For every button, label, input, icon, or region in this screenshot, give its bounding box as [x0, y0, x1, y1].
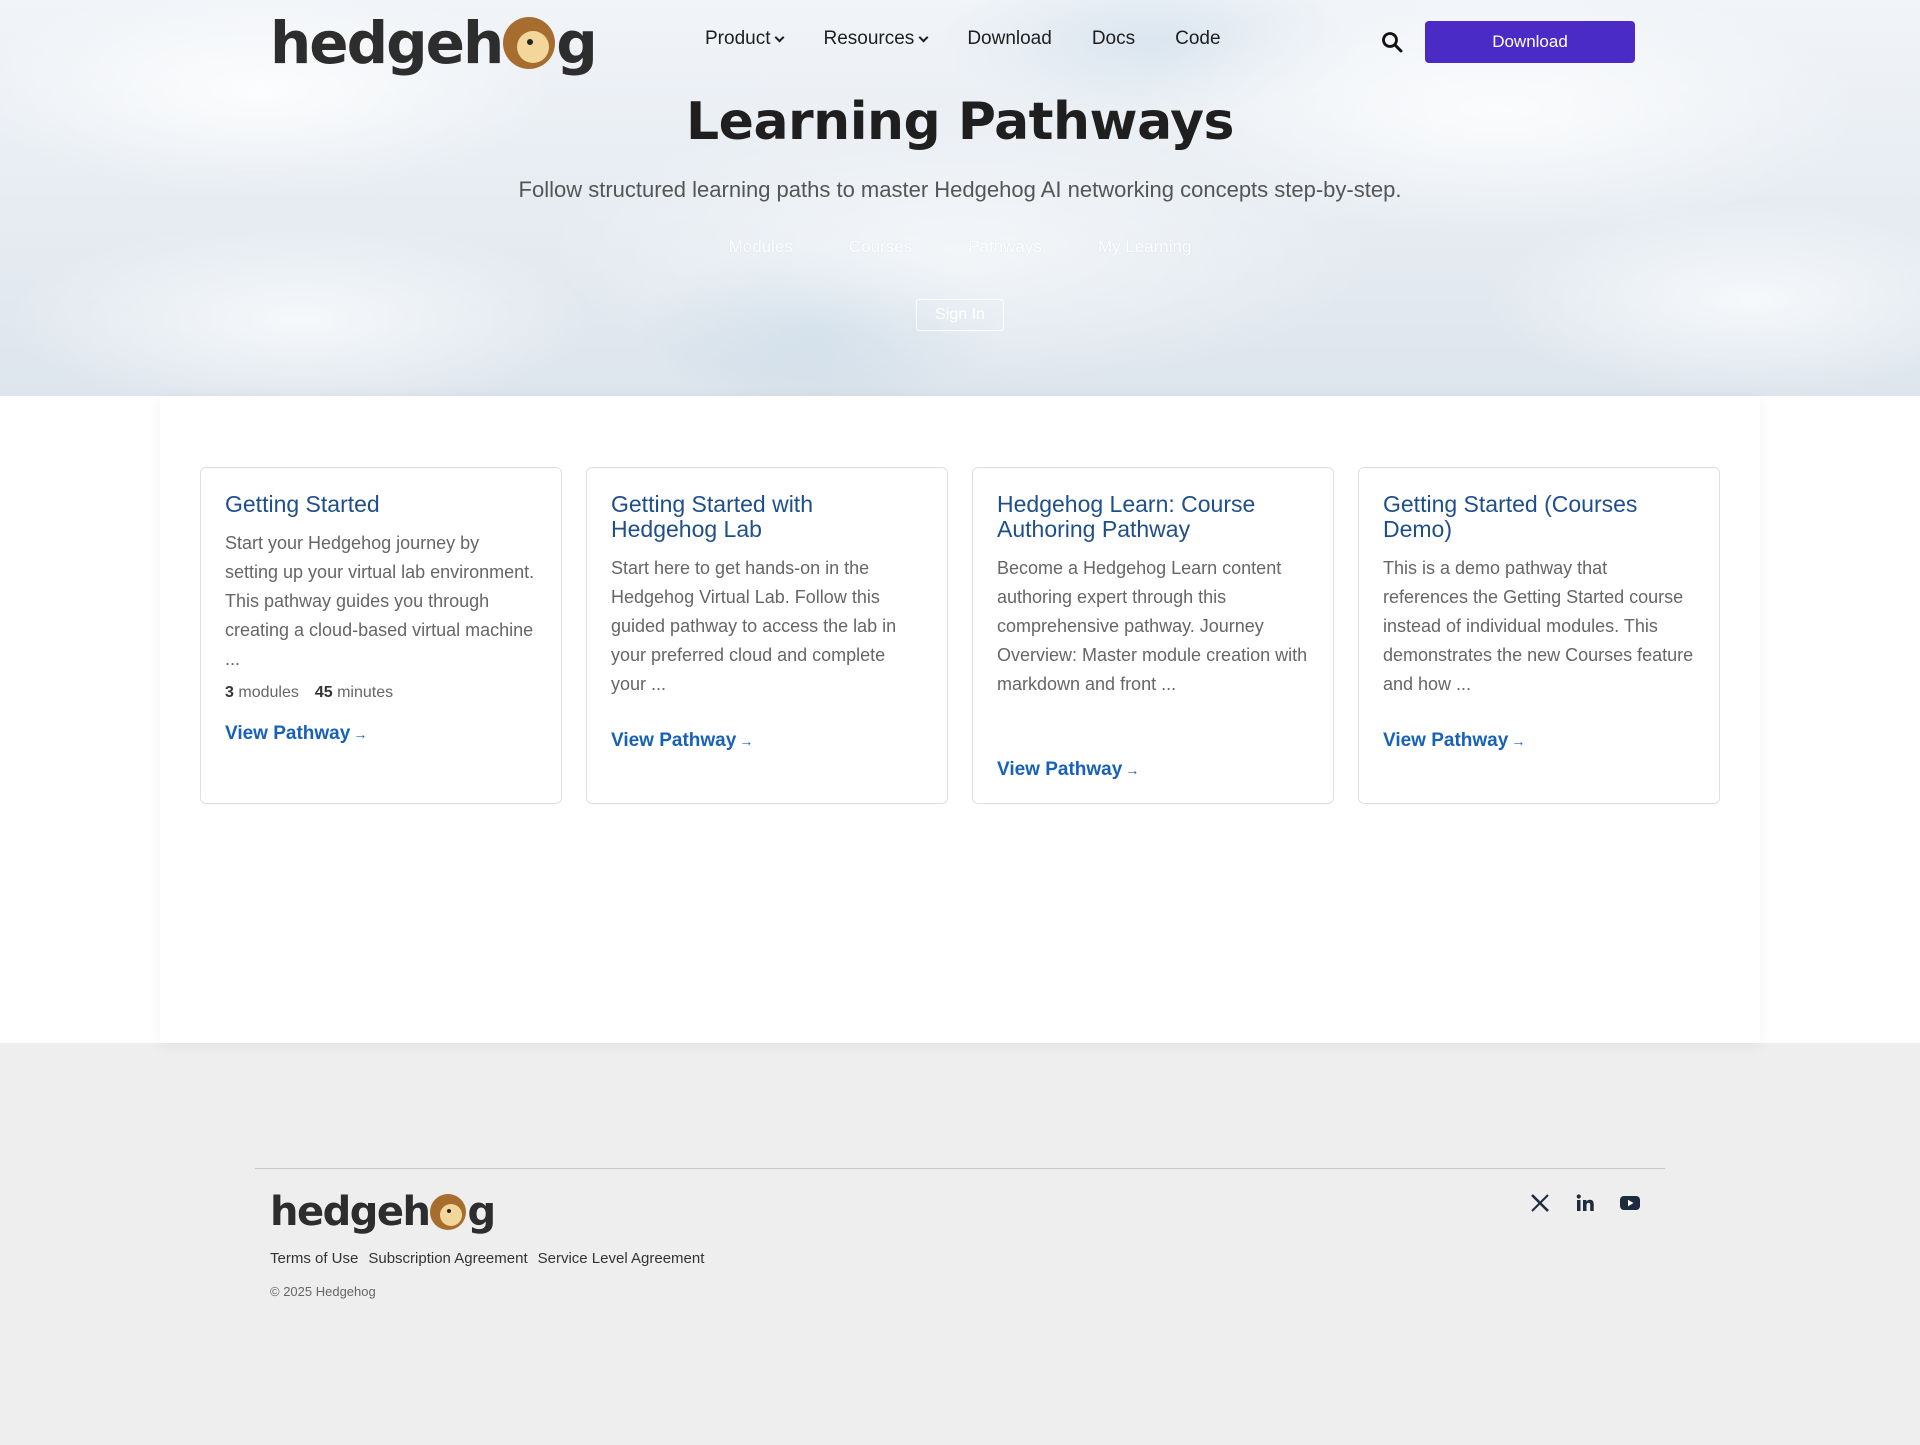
nav-item-docs[interactable]: Docs — [1092, 28, 1135, 50]
logo-text-suffix: g — [556, 9, 598, 77]
pathway-description: Start here to get hands-on in the Hedgeh… — [611, 558, 897, 694]
pathway-description: Become a Hedgehog Learn content authorin… — [997, 558, 1308, 694]
modules-label: modules — [238, 684, 299, 701]
footer-link-terms[interactable]: Terms of Use — [270, 1250, 358, 1267]
nav-item-label: Download — [967, 28, 1052, 49]
chevron-down-icon — [775, 32, 785, 42]
nav-links: Product Resources Download Docs Code — [705, 28, 1261, 50]
tab-modules[interactable]: Modules — [729, 237, 793, 257]
pathway-title[interactable]: Hedgehog Learn: Course Authoring Pathway — [997, 492, 1309, 542]
tab-pathways[interactable]: Pathways — [968, 237, 1042, 257]
learning-tabs: Modules Courses Pathways My Learning — [0, 237, 1920, 257]
arrow-right-icon: → — [1511, 733, 1526, 749]
search-icon[interactable] — [1380, 30, 1404, 54]
page-title: Learning Pathways — [686, 92, 1234, 152]
footer-logo[interactable]: hedgeh g — [270, 1189, 496, 1235]
view-pathway-label: View Pathway — [611, 730, 737, 751]
modules-count: 3 — [225, 684, 234, 701]
footer-divider — [255, 1168, 1665, 1169]
view-pathway-label: View Pathway — [1383, 730, 1509, 751]
pathway-description: This is a demo pathway that references t… — [1383, 558, 1694, 694]
nav-item-label: Code — [1175, 28, 1221, 49]
pathway-card: Getting Started with Hedgehog Lab Start … — [586, 467, 948, 804]
nav-item-label: Docs — [1091, 28, 1136, 49]
nav-item-download[interactable]: Download — [967, 28, 1052, 50]
tab-my-learning[interactable]: My Learning — [1098, 237, 1192, 257]
hero-section: hedgeh g Product Resources Download Docs … — [0, 0, 1920, 396]
nav-item-resources[interactable]: Resources — [823, 28, 929, 50]
linkedin-icon[interactable] — [1574, 1192, 1596, 1214]
pathway-title[interactable]: Getting Started (Courses Demo) — [1383, 492, 1695, 542]
nav-item-code[interactable]: Code — [1175, 28, 1220, 50]
pathway-card: Getting Started (Courses Demo) This is a… — [1358, 467, 1720, 804]
minutes-count: 45 — [314, 684, 333, 701]
top-nav: hedgeh g Product Resources Download Docs … — [0, 0, 1920, 84]
brand-logo[interactable]: hedgeh g — [270, 9, 598, 77]
pathway-title[interactable]: Getting Started with Hedgehog Lab — [611, 492, 923, 542]
pathway-meta: 3 modules 45 minutes — [225, 684, 537, 702]
nav-item-label: Resources — [823, 28, 915, 49]
arrow-right-icon: → — [1125, 762, 1140, 778]
footer-link-subscription[interactable]: Subscription Agreement — [368, 1250, 527, 1267]
logo-text-prefix: hedgeh — [270, 1189, 431, 1235]
view-pathway-link[interactable]: View Pathway → — [225, 723, 367, 745]
view-pathway-label: View Pathway — [225, 723, 351, 744]
view-pathway-link[interactable]: View Pathway → — [611, 730, 753, 752]
logo-text-prefix: hedgeh — [270, 9, 504, 77]
pathway-description: Start your Hedgehog journey by setting u… — [225, 533, 535, 669]
footer-link-sla[interactable]: Service Level Agreement — [538, 1250, 705, 1267]
pathway-card: Hedgehog Learn: Course Authoring Pathway… — [972, 467, 1334, 804]
x-icon[interactable] — [1529, 1192, 1551, 1214]
nav-item-product[interactable]: Product — [705, 28, 785, 50]
view-pathway-link[interactable]: View Pathway → — [997, 759, 1139, 781]
sign-in-button[interactable]: Sign In — [916, 299, 1004, 331]
youtube-icon[interactable] — [1619, 1192, 1641, 1214]
arrow-right-icon: → — [353, 726, 368, 742]
hedgehog-logo-icon — [503, 17, 556, 69]
nav-item-label: Product — [705, 28, 771, 49]
arrow-right-icon: → — [739, 733, 754, 749]
tab-courses[interactable]: Courses — [849, 237, 912, 257]
page-subtitle: Follow structured learning paths to mast… — [518, 177, 1402, 202]
minutes-label: minutes — [337, 684, 394, 701]
footer-links: Terms of Use Subscription Agreement Serv… — [270, 1250, 704, 1267]
download-button[interactable]: Download — [1425, 21, 1635, 63]
pathways-panel: Getting Started Start your Hedgehog jour… — [160, 396, 1760, 1043]
pathway-title[interactable]: Getting Started — [225, 492, 537, 517]
hedgehog-logo-icon — [430, 1194, 467, 1230]
chevron-down-icon — [918, 32, 929, 42]
view-pathway-link[interactable]: View Pathway → — [1383, 730, 1525, 752]
copyright: © 2025 Hedgehog — [270, 1284, 376, 1299]
view-pathway-label: View Pathway — [997, 759, 1123, 780]
logo-text-suffix: g — [467, 1189, 496, 1235]
pathway-card: Getting Started Start your Hedgehog jour… — [200, 467, 562, 804]
